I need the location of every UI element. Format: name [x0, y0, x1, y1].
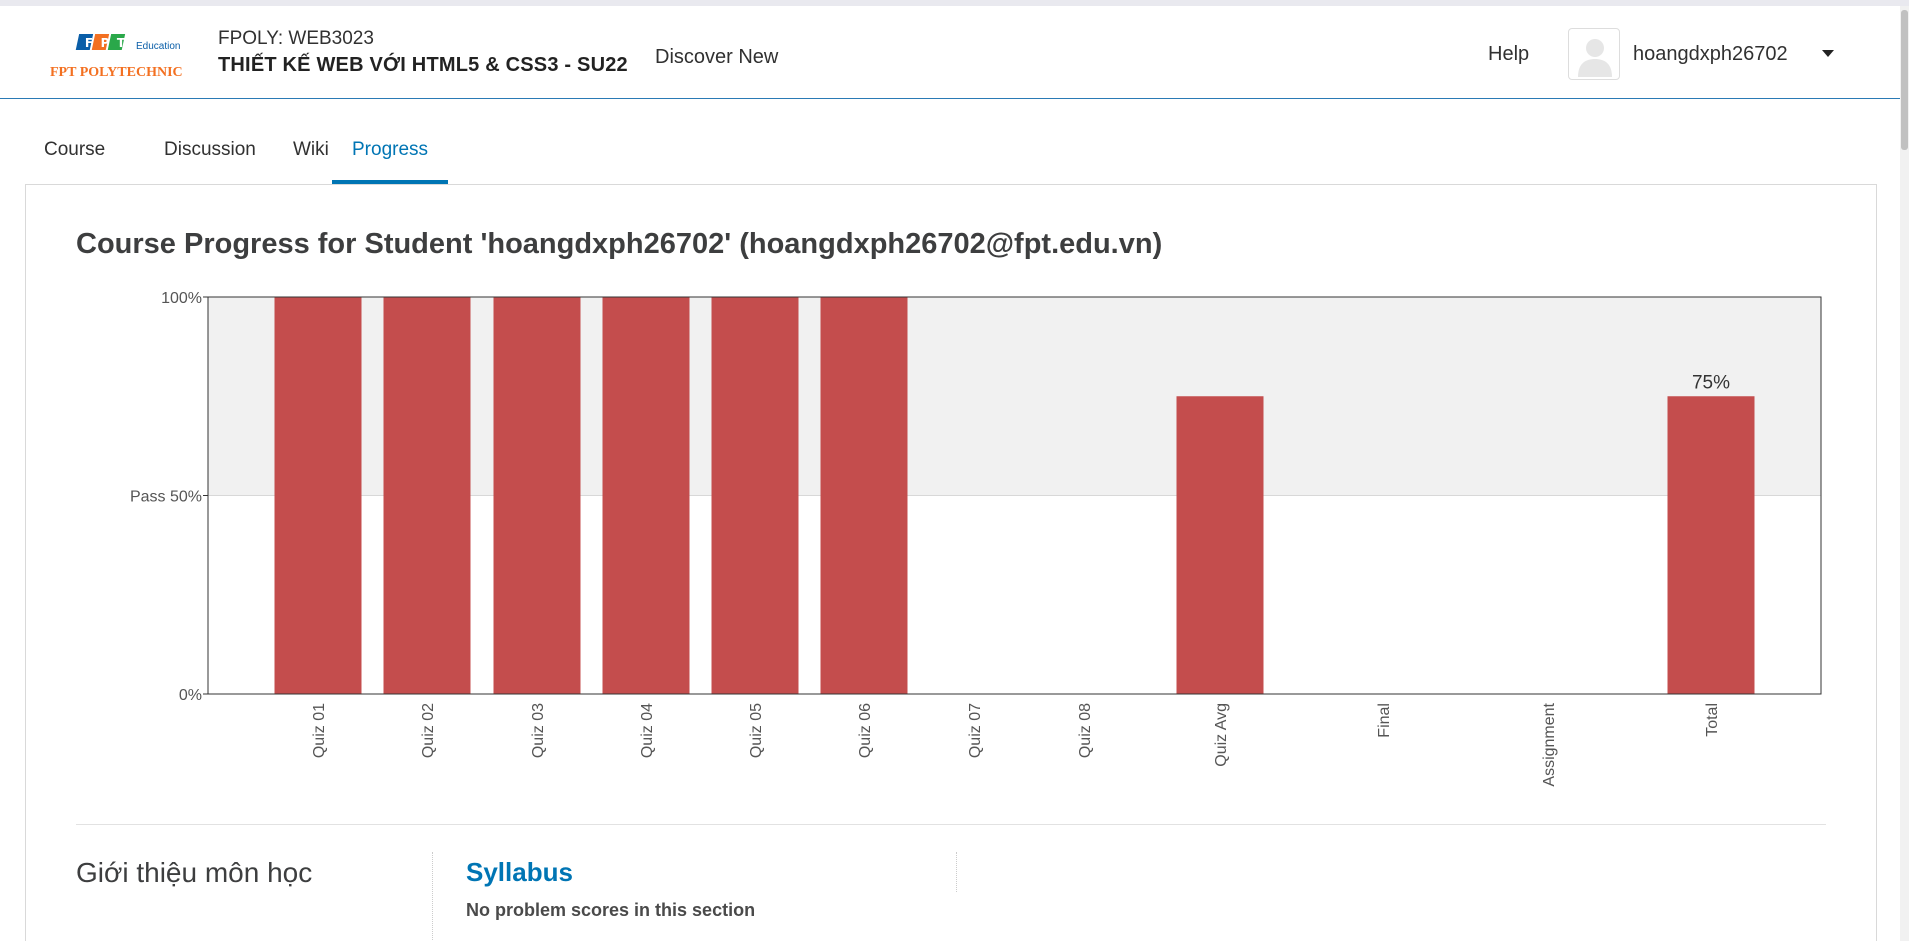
x-tick-label: Quiz 04: [639, 703, 656, 758]
grade-progress-chart: Quiz 01 Quiz 02 Quiz 03 Quiz 04 Quiz 05 Quiz …: [130, 290, 1822, 787]
y-tick-label: Pass 50%: [130, 489, 202, 506]
x-tick-label: Quiz 01: [311, 703, 328, 758]
x-tick-label: Quiz 05: [748, 703, 765, 758]
bar-quiz-03: [493, 297, 581, 694]
subsection-link-syllabus[interactable]: Syllabus: [466, 857, 573, 888]
bar-total: [1667, 396, 1755, 694]
column-separator: [432, 852, 433, 941]
x-tick-label: Quiz 07: [967, 703, 984, 758]
x-tick-label: Quiz 06: [857, 703, 874, 758]
subsection-score-note: No problem scores in this section: [466, 900, 756, 920]
x-tick-label: Quiz 08: [1077, 703, 1094, 758]
data-label: 75%: [1692, 372, 1730, 393]
chapter-title: Giới thiệu môn học: [76, 857, 313, 888]
bar-quiz-avg: [1176, 396, 1264, 694]
bar-quiz-06: [820, 297, 908, 694]
x-tick-label: Quiz 03: [530, 703, 547, 758]
y-tick-label: 0%: [179, 687, 202, 704]
bar-quiz-04: [602, 297, 690, 694]
x-tick-label: Quiz Avg: [1213, 703, 1230, 767]
bar-quiz-01: [274, 297, 362, 694]
x-tick-label: Assignment: [1541, 702, 1558, 786]
bar-quiz-02: [383, 297, 471, 694]
bar-quiz-05: [711, 297, 799, 694]
column-separator: [956, 852, 957, 892]
section-divider: [76, 824, 1826, 825]
y-tick-label: 100%: [161, 290, 202, 307]
x-tick-label: Final: [1376, 703, 1393, 738]
x-tick-label: Total: [1704, 703, 1721, 737]
x-tick-label: Quiz 02: [420, 703, 437, 758]
